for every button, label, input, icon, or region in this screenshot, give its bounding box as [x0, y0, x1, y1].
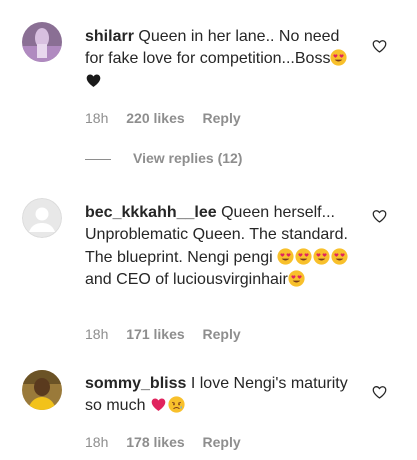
comment-meta: 18h 178 likes Reply	[85, 434, 255, 450]
timestamp: 18h	[85, 434, 109, 450]
username[interactable]: sommy_bliss	[85, 375, 186, 392]
timestamp: 18h	[85, 110, 109, 126]
black-heart-emoji-icon	[86, 74, 101, 87]
comment-body: bec_kkkahh__lee Queen herself... Unprobl…	[85, 202, 355, 292]
like-heart-icon[interactable]	[372, 385, 387, 399]
username[interactable]: bec_kkkahh__lee	[85, 204, 217, 221]
like-heart-icon[interactable]	[372, 209, 387, 223]
heart-eyes-emoji-icon	[330, 49, 348, 66]
disappointed-relieved-emoji-icon	[168, 396, 185, 413]
reply-button[interactable]: Reply	[203, 434, 241, 450]
reply-button[interactable]: Reply	[203, 326, 241, 342]
red-heart-emoji-icon	[151, 398, 166, 412]
avatar-image-icon	[22, 22, 62, 62]
avatar[interactable]	[22, 198, 62, 238]
comment-text-continued: and CEO of luciousvirginhair	[85, 271, 288, 289]
comment-meta: 18h 220 likes Reply	[85, 110, 255, 126]
comment-body: sommy_bliss I love Nengi's maturity so m…	[85, 373, 355, 418]
heart-eyes-emoji-icon	[313, 248, 330, 265]
likes-count[interactable]: 220 likes	[126, 110, 184, 126]
comment-body: shilarr Queen in her lane.. No need for …	[85, 26, 355, 93]
reply-button[interactable]: Reply	[203, 110, 241, 126]
view-replies-button[interactable]: View replies (12)	[85, 150, 242, 166]
likes-count[interactable]: 171 likes	[126, 326, 184, 342]
username[interactable]: shilarr	[85, 28, 134, 45]
timestamp: 18h	[85, 326, 109, 342]
heart-eyes-emoji-icon	[331, 248, 348, 265]
avatar[interactable]	[22, 22, 62, 62]
heart-eyes-emoji-icon	[288, 270, 305, 287]
avatar[interactable]	[22, 370, 62, 410]
like-heart-icon[interactable]	[372, 39, 387, 53]
view-replies-label: View replies (12)	[133, 150, 243, 166]
heart-eyes-emoji-icon	[295, 248, 312, 265]
avatar-image-icon	[22, 370, 62, 410]
likes-count[interactable]: 178 likes	[126, 434, 184, 450]
default-avatar-icon	[22, 198, 62, 238]
divider-line	[85, 158, 111, 160]
heart-eyes-emoji-icon	[277, 248, 294, 265]
comment-meta: 18h 171 likes Reply	[85, 326, 255, 342]
